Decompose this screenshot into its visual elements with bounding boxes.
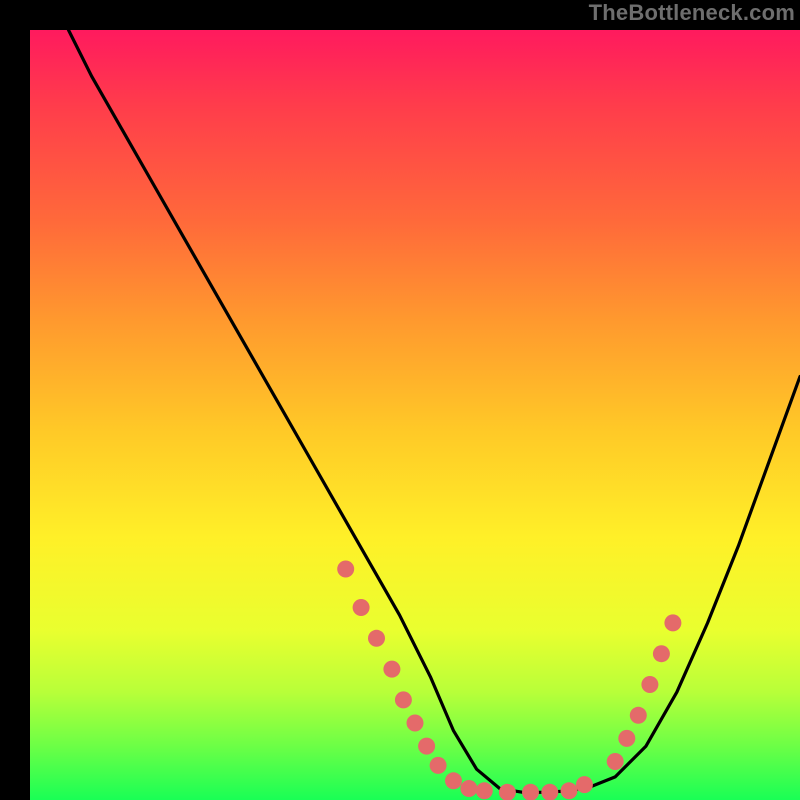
watermark-text: TheBottleneck.com: [589, 0, 795, 26]
heatmap-gradient: [30, 30, 800, 800]
plot-area: [30, 30, 800, 800]
chart-frame: [0, 0, 800, 800]
